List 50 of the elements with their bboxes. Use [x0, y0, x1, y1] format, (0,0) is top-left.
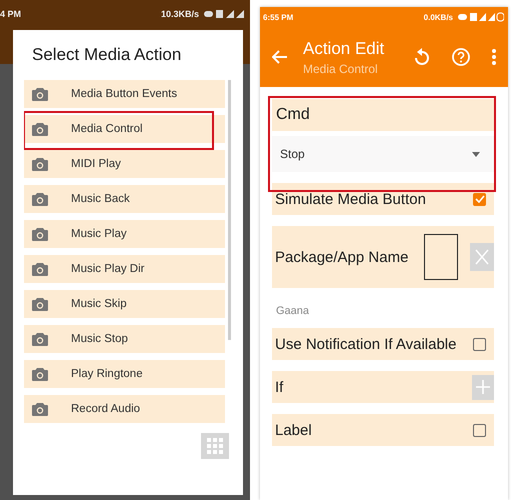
setting-label: Label [275, 422, 313, 438]
setting-label: Simulate Media Button [275, 190, 427, 208]
caret-icon [472, 152, 480, 156]
cmd-dropdown[interactable]: Stop [272, 136, 494, 172]
setting-label: If [275, 378, 284, 396]
camera-icon [32, 122, 48, 136]
app-name-text: Gaana [275, 304, 310, 317]
list-item[interactable]: Media Button Events [24, 80, 225, 108]
status-icons [458, 12, 504, 22]
cmd-label: Cmd [272, 99, 494, 131]
status-time: 4 PM [0, 9, 22, 19]
camera-icon [32, 402, 48, 416]
grid-icon [207, 438, 223, 454]
camera-icon [32, 192, 48, 206]
help-icon[interactable] [452, 48, 470, 66]
camera-icon [32, 368, 48, 380]
list-item[interactable]: Media Control [24, 115, 225, 143]
undo-icon[interactable] [414, 48, 430, 66]
camera-icon [32, 228, 48, 240]
list-item[interactable]: Music Play Dir [24, 255, 225, 283]
checkbox[interactable] [473, 338, 486, 350]
camera-icon [32, 88, 48, 100]
camera-icon [32, 262, 48, 276]
grid-button[interactable] [201, 433, 229, 459]
network-speed: 10.3KB/s [160, 9, 199, 19]
checkbox[interactable] [473, 192, 486, 206]
dialog-title: Select Media Action [31, 44, 182, 66]
status-time: 6:55 PM [263, 12, 294, 22]
camera-icon [32, 332, 48, 346]
plus-icon [476, 380, 490, 394]
checkbox[interactable] [473, 424, 486, 436]
app-icon-slot[interactable] [424, 234, 458, 280]
list-item[interactable]: Record Audio [24, 395, 225, 423]
toolbar-subtitle: Media Control [303, 62, 379, 76]
camera-icon [32, 298, 48, 310]
camera-icon [32, 158, 48, 170]
list-item[interactable]: Music Stop [24, 325, 225, 353]
toolbar-title: Action Edit [303, 38, 386, 58]
list-item[interactable]: MIDI Play [24, 150, 225, 178]
list-item[interactable]: Music Skip [24, 290, 225, 318]
setting-label: Use Notification If Available [275, 336, 458, 352]
status-icons [204, 9, 244, 19]
more-icon[interactable] [492, 49, 496, 65]
list-item[interactable]: Music Back [24, 185, 225, 213]
list-item[interactable]: Music Play [24, 220, 225, 248]
setting-label: Package/App Name [275, 248, 410, 266]
list-item[interactable]: Play Ringtone [24, 360, 225, 388]
add-button[interactable] [472, 374, 494, 400]
network-speed: 0.0KB/s [424, 12, 453, 22]
back-arrow-icon[interactable] [272, 50, 288, 64]
